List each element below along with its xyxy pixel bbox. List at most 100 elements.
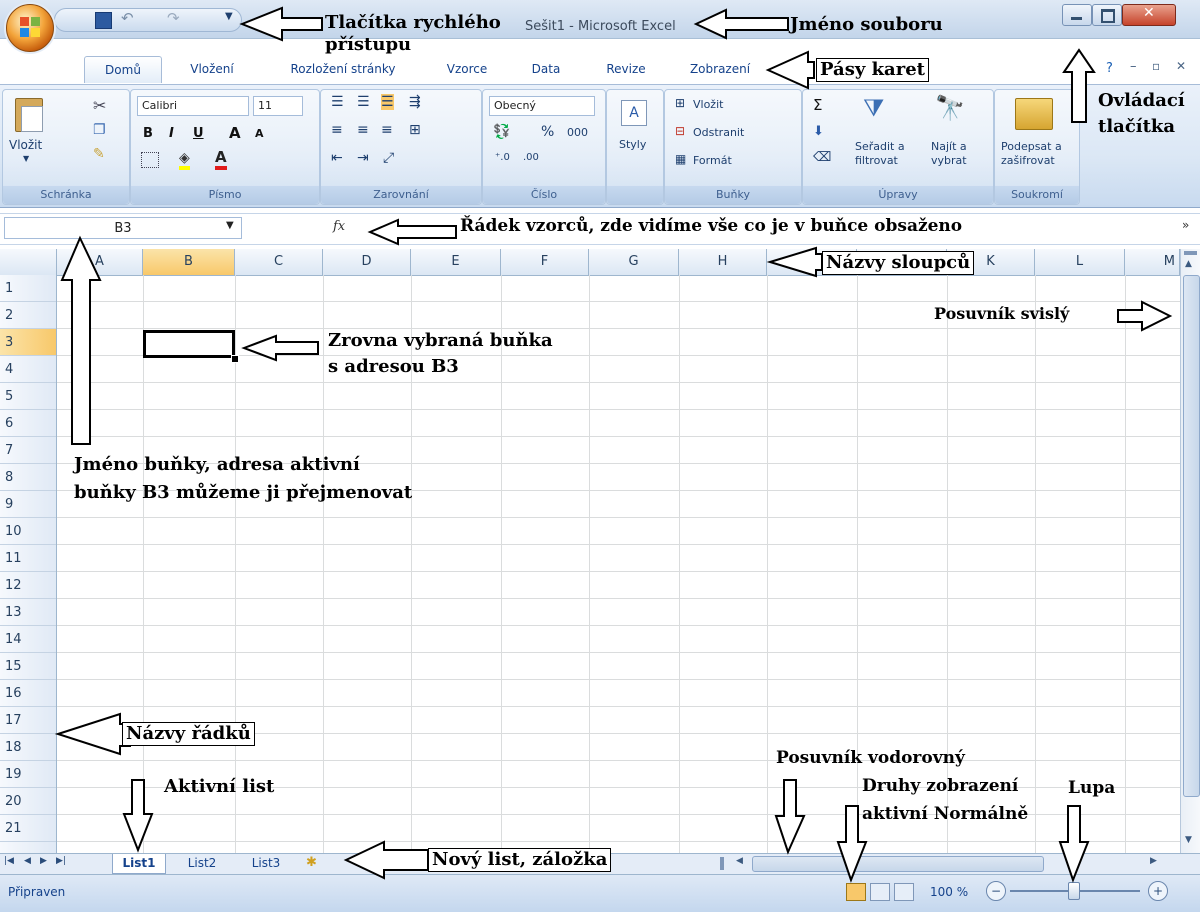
sheet-nav-next-icon[interactable]: ▶ [40, 856, 47, 866]
sheet-nav-last-icon[interactable]: ▶| [56, 856, 66, 866]
undo-icon[interactable]: ↶ [121, 9, 134, 27]
view-normal-icon[interactable] [846, 883, 866, 901]
row-header[interactable]: 14 [0, 626, 56, 653]
insert-cells-button[interactable]: Vložit [693, 98, 723, 111]
row-header[interactable]: 2 [0, 302, 56, 329]
new-sheet-icon[interactable]: ✱ [306, 855, 317, 870]
cut-icon[interactable]: ✂ [93, 96, 106, 115]
ribbon-close-icon[interactable]: ✕ [1176, 59, 1186, 73]
sheet-nav-prev-icon[interactable]: ◀ [24, 856, 31, 866]
row-header[interactable]: 19 [0, 761, 56, 788]
column-header[interactable]: M [1125, 249, 1180, 275]
row-header[interactable]: 16 [0, 680, 56, 707]
column-header[interactable]: D [323, 249, 411, 275]
align-right-icon[interactable]: ≡ [381, 122, 393, 138]
row-header[interactable]: 6 [0, 410, 56, 437]
decrease-indent-icon[interactable]: ⇤ [331, 150, 343, 166]
font-color-icon[interactable]: A [215, 148, 227, 170]
column-header[interactable]: F [501, 249, 589, 275]
grow-font-button[interactable]: A [229, 124, 241, 142]
fill-handle[interactable] [231, 355, 239, 363]
delete-cells-button[interactable]: Odstranit [693, 126, 744, 139]
row-header[interactable]: 5 [0, 383, 56, 410]
scroll-right-icon[interactable]: ▶ [1150, 856, 1157, 866]
align-bottom-icon[interactable]: ☰ [381, 94, 394, 110]
format-painter-icon[interactable]: ✎ [93, 146, 105, 162]
row-header[interactable]: 21 [0, 815, 56, 842]
copy-icon[interactable]: ❐ [93, 122, 106, 138]
row-header[interactable]: 1 [0, 275, 56, 302]
tab-view[interactable]: Zobrazení [672, 56, 768, 82]
row-header[interactable]: 13 [0, 599, 56, 626]
sort-filter-label-2[interactable]: filtrovat [855, 154, 898, 167]
clear-icon[interactable]: ⌫ [813, 150, 831, 165]
fill-color-icon[interactable]: ◈ [179, 150, 190, 170]
increase-decimal-icon[interactable]: ⁺.0 [495, 152, 510, 163]
row-header[interactable]: 20 [0, 788, 56, 815]
format-cells-button[interactable]: Formát [693, 154, 732, 167]
zoom-level[interactable]: 100 % [930, 885, 968, 899]
scroll-left-icon[interactable]: ◀ [736, 856, 743, 866]
find-select-label-2[interactable]: vybrat [931, 154, 967, 167]
row-header[interactable]: 8 [0, 464, 56, 491]
row-header[interactable]: 9 [0, 491, 56, 518]
name-box-dropdown-icon[interactable]: ▼ [226, 220, 234, 231]
column-header[interactable]: E [411, 249, 501, 275]
number-format-box[interactable]: Obecný [489, 96, 595, 116]
row-header[interactable]: 18 [0, 734, 56, 761]
zoom-out-icon[interactable]: − [986, 881, 1006, 901]
close-button[interactable]: ✕ [1122, 4, 1176, 26]
office-button[interactable] [6, 4, 54, 52]
font-size-box[interactable]: 11 [253, 96, 303, 116]
align-middle-icon[interactable]: ☰ [357, 94, 370, 110]
align-left-icon[interactable]: ≡ [331, 122, 343, 138]
active-cell[interactable] [143, 330, 235, 358]
scroll-down-icon[interactable]: ▼ [1185, 835, 1192, 845]
tab-insert[interactable]: Vložení [172, 56, 252, 82]
view-page-layout-icon[interactable] [870, 883, 890, 901]
redo-icon[interactable]: ↷ [167, 9, 180, 27]
minimize-button[interactable] [1062, 4, 1092, 26]
tab-data[interactable]: Data [516, 56, 576, 82]
fx-button[interactable]: fx [333, 219, 345, 234]
paste-button[interactable]: Vložit ▼ [9, 96, 53, 176]
select-all-corner[interactable] [0, 249, 57, 275]
column-header[interactable]: B [143, 249, 235, 275]
row-header[interactable]: 7 [0, 437, 56, 464]
sheet-nav-first-icon[interactable]: |◀ [4, 856, 14, 866]
maximize-button[interactable] [1092, 4, 1122, 26]
row-header[interactable]: 15 [0, 653, 56, 680]
borders-icon[interactable] [141, 152, 159, 168]
row-header[interactable]: 3 [0, 329, 56, 356]
column-header[interactable]: A [57, 249, 143, 275]
percent-button[interactable]: % [541, 124, 554, 140]
align-center-icon[interactable]: ≡ [357, 122, 369, 138]
sign-encrypt-label-2[interactable]: zašifrovat [1001, 154, 1055, 167]
name-box[interactable]: B3 [4, 217, 242, 239]
autosum-button[interactable]: Σ [813, 96, 822, 114]
column-header[interactable]: C [235, 249, 323, 275]
qat-customize-icon[interactable]: ▼ [225, 11, 233, 22]
font-name-box[interactable]: Calibri [137, 96, 249, 116]
currency-icon[interactable]: 💱 [493, 124, 510, 140]
tab-formulas[interactable]: Vzorce [434, 56, 500, 82]
ribbon-restore-icon[interactable]: ▫ [1152, 59, 1160, 73]
merge-center-icon[interactable]: ⊞ [409, 122, 421, 138]
italic-button[interactable]: I [169, 126, 174, 141]
row-header[interactable]: 10 [0, 518, 56, 545]
column-header[interactable]: G [589, 249, 679, 275]
sort-filter-label-1[interactable]: Seřadit a [855, 140, 905, 153]
fill-icon[interactable]: ⬇ [813, 124, 824, 139]
orientation-icon[interactable]: ⤢ [383, 150, 394, 166]
row-header[interactable]: 4 [0, 356, 56, 383]
horizontal-scroll-thumb[interactable] [752, 856, 1044, 872]
view-page-break-icon[interactable] [894, 883, 914, 901]
thousands-button[interactable]: 000 [567, 126, 588, 139]
bold-button[interactable]: B [143, 126, 153, 141]
sheet-tab-active[interactable]: List1 [112, 854, 166, 874]
shrink-font-button[interactable]: A [255, 127, 264, 140]
underline-button[interactable]: U [193, 126, 204, 141]
align-top-icon[interactable]: ☰ [331, 94, 344, 110]
wrap-text-icon[interactable]: ⇶ [409, 94, 421, 110]
hscroll-split-icon[interactable] [720, 857, 724, 870]
